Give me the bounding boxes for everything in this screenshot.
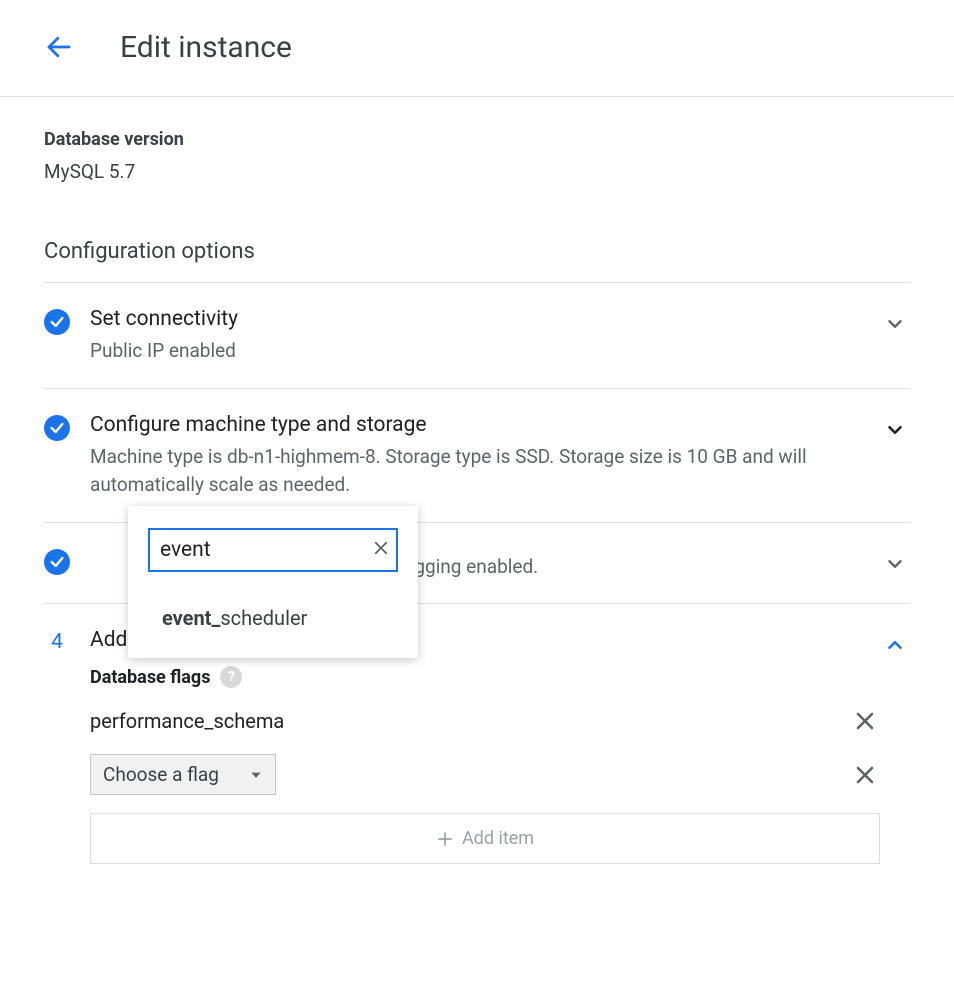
- status-icon: [44, 415, 90, 441]
- plus-icon: [436, 830, 454, 848]
- remove-flag-button[interactable]: [850, 760, 880, 790]
- flag-autocomplete-popup: event_scheduler: [128, 506, 418, 658]
- clear-input-button[interactable]: [372, 539, 390, 561]
- remove-flag-button[interactable]: [850, 706, 880, 736]
- flag-select[interactable]: Choose a flag: [90, 754, 276, 795]
- add-item-label: Add item: [462, 828, 534, 849]
- page-title: Edit instance: [120, 30, 292, 65]
- expand-toggle[interactable]: [880, 419, 910, 441]
- section-subtitle: Machine type is db-n1-highmem-8. Storage…: [90, 443, 880, 500]
- flag-row-existing: performance_schema: [90, 706, 880, 736]
- caret-down-icon: [249, 768, 263, 782]
- back-button[interactable]: [40, 28, 78, 66]
- chevron-up-icon: [884, 634, 906, 656]
- section-machine-type[interactable]: Configure machine type and storage Machi…: [44, 389, 910, 523]
- flag-name: performance_schema: [90, 709, 850, 733]
- section-title: Set connectivity: [90, 307, 880, 331]
- section-subtitle: Public IP enabled: [90, 337, 880, 366]
- chevron-down-icon: [884, 313, 906, 335]
- database-version-label: Database version: [44, 129, 910, 150]
- configuration-options-heading: Configuration options: [44, 239, 910, 264]
- flag-select-label: Choose a flag: [103, 763, 219, 786]
- arrow-left-icon: [44, 32, 74, 62]
- close-icon: [372, 539, 390, 557]
- check-circle-icon: [44, 309, 70, 335]
- option-rest: scheduler: [220, 606, 307, 630]
- help-icon[interactable]: ?: [220, 666, 242, 688]
- database-version-value: MySQL 5.7: [44, 160, 910, 183]
- step-indicator: 4: [44, 630, 90, 654]
- flag-row-new: Choose a flag: [90, 754, 880, 795]
- chevron-down-icon: [884, 419, 906, 441]
- step-number: 4: [44, 630, 70, 654]
- autocomplete-option[interactable]: event_scheduler: [128, 582, 418, 648]
- close-icon: [853, 763, 877, 787]
- check-circle-icon: [44, 549, 70, 575]
- chevron-down-icon: [884, 553, 906, 575]
- expand-toggle[interactable]: [880, 553, 910, 575]
- expand-toggle[interactable]: [880, 313, 910, 335]
- close-icon: [853, 709, 877, 733]
- option-match: event_: [162, 606, 220, 630]
- status-icon: [44, 549, 90, 575]
- section-title: Configure machine type and storage: [90, 413, 880, 437]
- page-header: Edit instance: [0, 0, 954, 97]
- check-circle-icon: [44, 415, 70, 441]
- collapse-toggle[interactable]: [880, 634, 910, 656]
- add-item-button[interactable]: Add item: [90, 813, 880, 864]
- database-flags-label: Database flags: [90, 667, 210, 688]
- status-icon: [44, 309, 90, 335]
- flag-search-input[interactable]: [148, 528, 398, 572]
- section-connectivity[interactable]: Set connectivity Public IP enabled: [44, 283, 910, 389]
